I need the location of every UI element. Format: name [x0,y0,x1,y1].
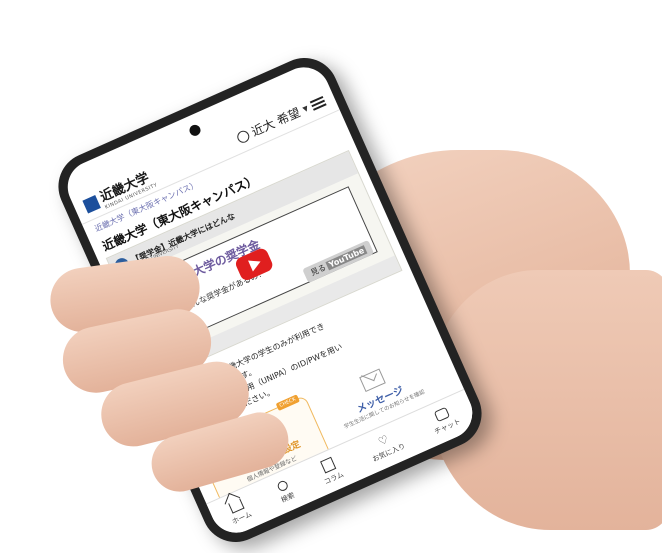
user-name: 近大 希望 [249,105,303,140]
tab-home[interactable]: ホーム [225,497,254,527]
check-badge: CHECK [275,394,300,412]
university-logo-icon [82,194,101,214]
tab-chat[interactable]: チャット [427,404,462,437]
user-menu[interactable]: 近大 希望 ▼ [234,92,328,146]
heart-icon: ♡ [376,432,391,448]
tab-search[interactable]: 検索 [274,478,296,505]
front-camera [187,123,203,138]
search-icon [275,478,289,493]
chevron-down-icon: ▼ [301,103,310,114]
column-icon [319,456,337,474]
user-icon [234,128,251,145]
hamburger-menu-icon[interactable] [309,95,327,111]
tab-column[interactable]: コラム [316,455,346,487]
tab-label: 検索 [279,490,296,504]
tab-favorites[interactable]: ♡ お気に入り [365,429,406,464]
watch-label: 見る [309,262,328,278]
